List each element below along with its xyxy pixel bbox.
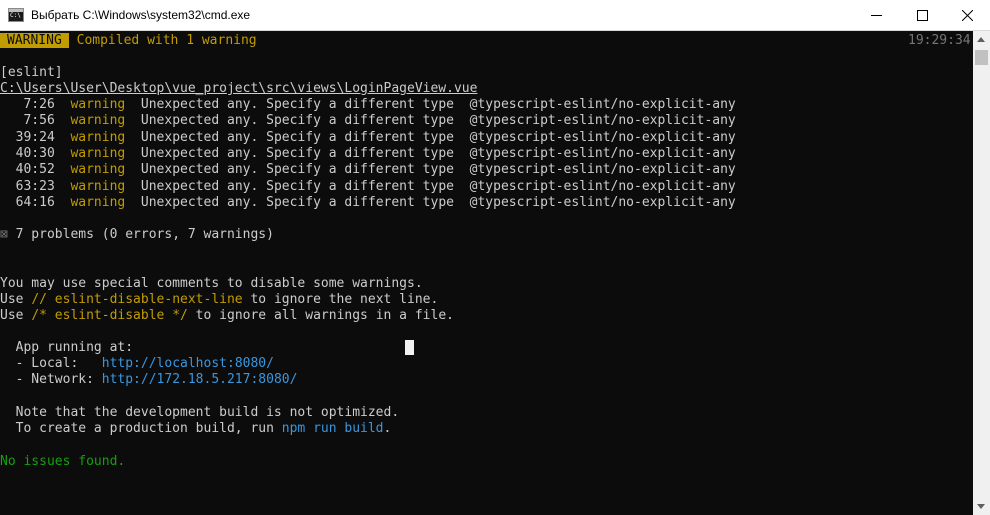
warning-location: 7:26 bbox=[0, 97, 55, 112]
warning-level: warning bbox=[70, 179, 126, 194]
warning-level: warning bbox=[70, 130, 126, 145]
warning-rule: @typescript-eslint/no-explicit-any bbox=[469, 146, 736, 161]
warning-rule: @typescript-eslint/no-explicit-any bbox=[469, 179, 736, 194]
problems-summary: 7 problems (0 errors, 7 warnings) bbox=[15, 227, 274, 242]
hint-line-2: Use // eslint-disable-next-line to ignor… bbox=[0, 292, 438, 308]
local-url-port: 8080 bbox=[234, 356, 267, 371]
note-line-2-prefix: To create a production build, run bbox=[0, 421, 282, 436]
hint-line-3-prefix: Use bbox=[0, 308, 32, 323]
vertical-scrollbar[interactable] bbox=[973, 31, 990, 515]
warning-rule: @typescript-eslint/no-explicit-any bbox=[469, 195, 736, 210]
warning-level: warning bbox=[70, 113, 126, 128]
hint-line-3-suffix: to ignore all warnings in a file. bbox=[187, 308, 454, 323]
warning-message: Unexpected any. Specify a different type bbox=[140, 146, 454, 161]
title-bar[interactable]: Выбрать C:\Windows\system32\cmd.exe bbox=[0, 0, 990, 31]
warning-location: 63:23 bbox=[0, 179, 55, 194]
timestamp: 19:29:34 bbox=[908, 33, 971, 48]
console-output[interactable]: WARNING Compiled with 1 warning 19:29:34… bbox=[0, 31, 973, 515]
warning-badge: WARNING bbox=[0, 33, 69, 48]
close-icon bbox=[962, 10, 973, 21]
warning-rule: @typescript-eslint/no-explicit-any bbox=[469, 130, 736, 145]
warning-message: Unexpected any. Specify a different type bbox=[140, 113, 454, 128]
warning-message: Unexpected any. Specify a different type bbox=[140, 130, 454, 145]
no-issues-message: No issues found. bbox=[0, 454, 126, 469]
warning-level: warning bbox=[70, 162, 126, 177]
note-line-2: To create a production build, run npm ru… bbox=[0, 421, 392, 437]
network-url[interactable]: http://172.18.5.217:8080/ bbox=[102, 372, 298, 387]
warning-level: warning bbox=[70, 146, 126, 161]
network-url-line: - Network: http://172.18.5.217:8080/ bbox=[0, 372, 298, 388]
warning-location: 39:24 bbox=[0, 130, 55, 145]
minimize-icon bbox=[871, 15, 882, 16]
hint-line-1: You may use special comments to disable … bbox=[0, 276, 423, 291]
network-url-host: http://172.18.5.217: bbox=[101, 372, 259, 387]
warning-row: 64:16 warning Unexpected any. Specify a … bbox=[0, 195, 736, 211]
window-title: Выбрать C:\Windows\system32\cmd.exe bbox=[31, 8, 251, 22]
eslint-tag: [eslint] bbox=[0, 65, 63, 80]
warning-location: 40:52 bbox=[0, 162, 55, 177]
note-line-1: Note that the development build is not o… bbox=[0, 405, 400, 420]
warning-location: 64:16 bbox=[0, 195, 55, 210]
minimize-button[interactable] bbox=[853, 0, 899, 31]
warning-rule: @typescript-eslint/no-explicit-any bbox=[469, 113, 736, 128]
local-url-host: http://localhost: bbox=[101, 356, 235, 371]
warning-rule: @typescript-eslint/no-explicit-any bbox=[469, 97, 736, 112]
network-label: - Network: bbox=[0, 372, 102, 387]
warning-message: Unexpected any. Specify a different type bbox=[140, 195, 454, 210]
warning-message: Unexpected any. Specify a different type bbox=[140, 179, 454, 194]
problems-icon: ⊠ bbox=[0, 227, 8, 242]
maximize-button[interactable] bbox=[899, 0, 945, 31]
hint-line-2-prefix: Use bbox=[0, 292, 32, 307]
disable-file-code: /* eslint-disable */ bbox=[31, 308, 188, 323]
warning-level: warning bbox=[70, 97, 126, 112]
scrollbar-thumb[interactable] bbox=[975, 50, 988, 65]
hint-line-3: Use /* eslint-disable */ to ignore all w… bbox=[0, 308, 454, 324]
text-cursor bbox=[405, 340, 414, 355]
scroll-down-arrow-icon[interactable] bbox=[973, 498, 990, 515]
note-line-2-suffix: . bbox=[383, 421, 392, 436]
warning-level: warning bbox=[70, 195, 126, 210]
local-label: - Local: bbox=[0, 356, 102, 371]
file-path: C:\Users\User\Desktop\vue_project\src\vi… bbox=[0, 81, 478, 96]
compile-status-text: Compiled with 1 warning bbox=[76, 33, 257, 48]
network-url-slash: / bbox=[289, 372, 298, 387]
warning-row: 7:26 warning Unexpected any. Specify a d… bbox=[0, 97, 736, 113]
network-url-port: 8080 bbox=[258, 372, 290, 387]
scroll-up-arrow-icon[interactable] bbox=[973, 31, 990, 48]
cmd-app-icon[interactable] bbox=[8, 8, 24, 22]
compile-status-line: WARNING Compiled with 1 warning bbox=[0, 33, 257, 49]
app-running-heading: App running at: bbox=[0, 340, 134, 355]
warning-location: 7:56 bbox=[0, 113, 55, 128]
disable-next-line-code: // eslint-disable-next-line bbox=[31, 292, 243, 307]
local-url-slash: / bbox=[266, 356, 274, 371]
hint-line-2-suffix: to ignore the next line. bbox=[242, 292, 439, 307]
warning-row: 39:24 warning Unexpected any. Specify a … bbox=[0, 130, 736, 146]
warning-row: 40:30 warning Unexpected any. Specify a … bbox=[0, 146, 736, 162]
warning-row: 63:23 warning Unexpected any. Specify a … bbox=[0, 179, 736, 195]
problems-summary-line: ⊠ 7 problems (0 errors, 7 warnings) bbox=[0, 227, 274, 243]
warning-message: Unexpected any. Specify a different type bbox=[140, 97, 454, 112]
maximize-icon bbox=[917, 10, 928, 21]
warning-row: 7:56 warning Unexpected any. Specify a d… bbox=[0, 113, 736, 129]
warning-location: 40:30 bbox=[0, 146, 55, 161]
build-command: npm run build bbox=[281, 421, 384, 436]
local-url[interactable]: http://localhost:8080/ bbox=[102, 356, 274, 371]
warning-rule: @typescript-eslint/no-explicit-any bbox=[469, 162, 736, 177]
close-button[interactable] bbox=[944, 0, 990, 31]
warning-row: 40:52 warning Unexpected any. Specify a … bbox=[0, 162, 736, 178]
local-url-line: - Local: http://localhost:8080/ bbox=[0, 356, 274, 372]
warning-message: Unexpected any. Specify a different type bbox=[140, 162, 454, 177]
